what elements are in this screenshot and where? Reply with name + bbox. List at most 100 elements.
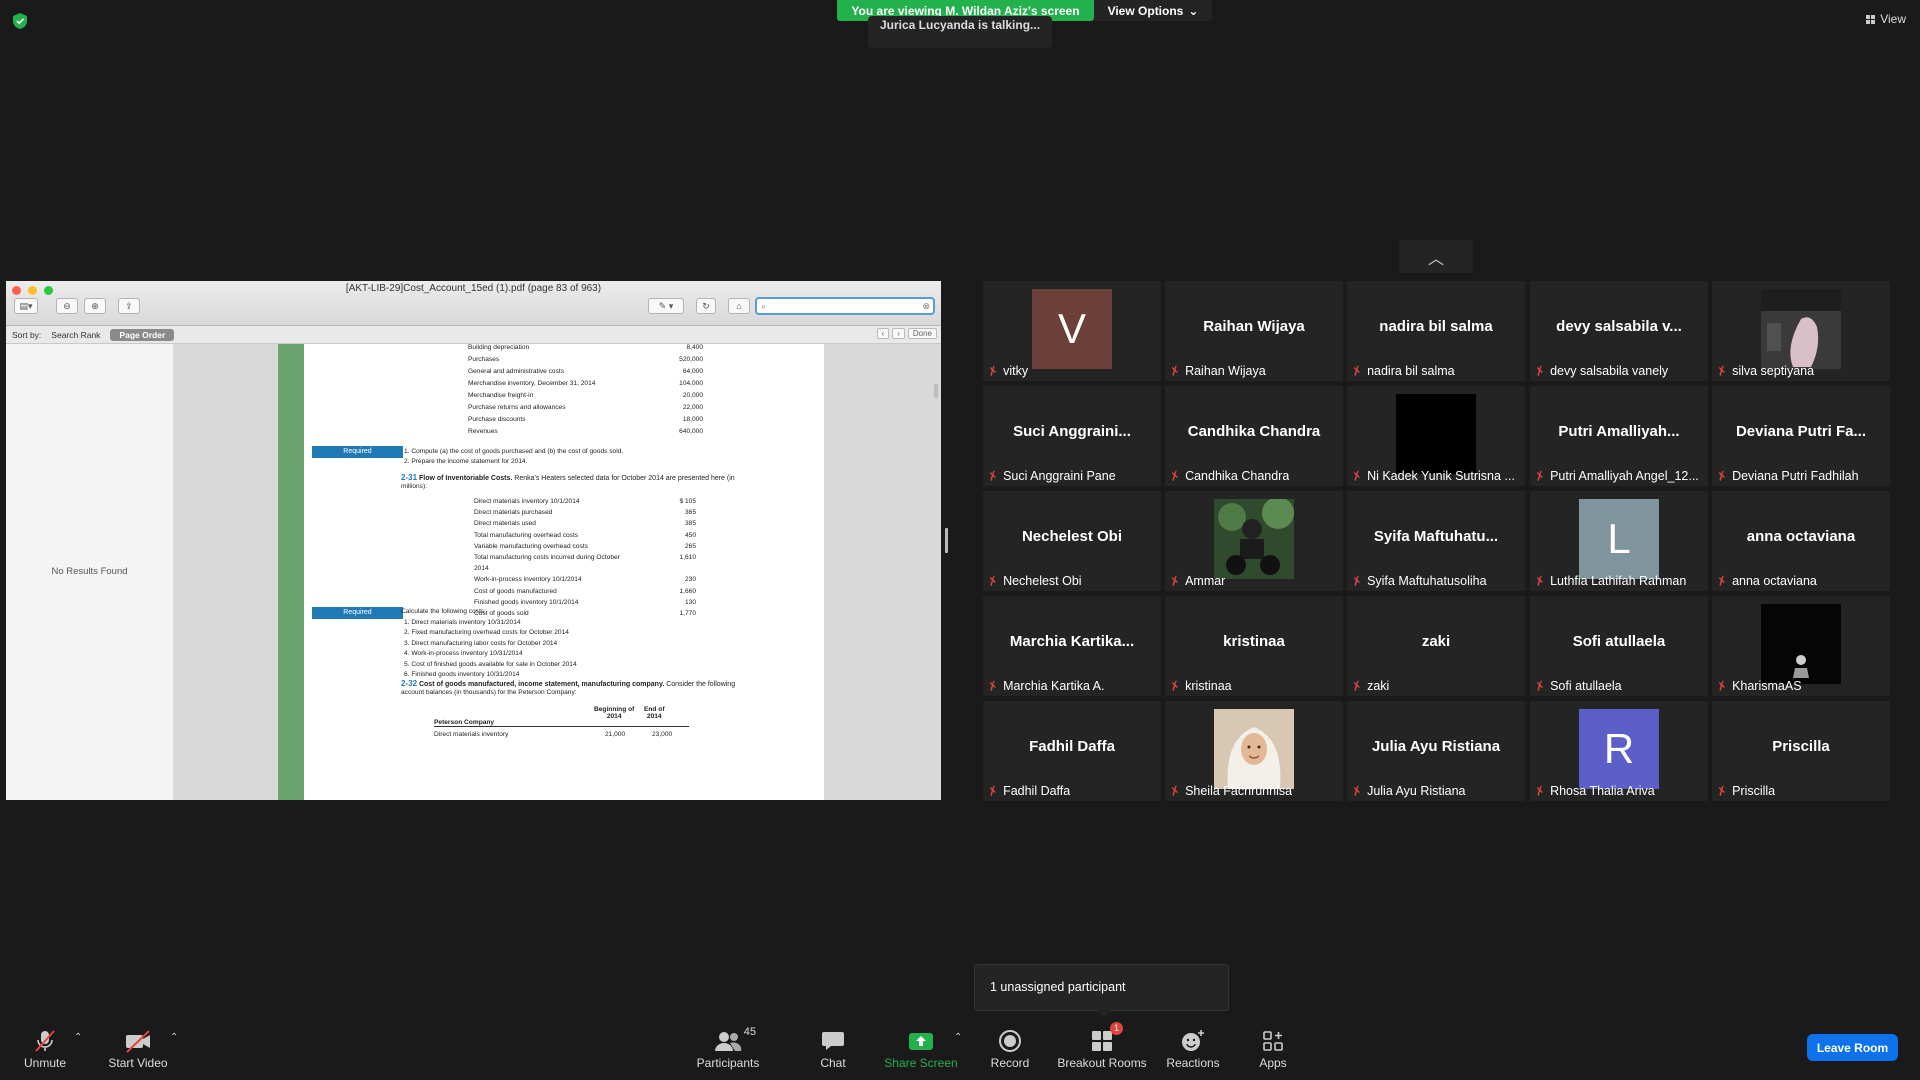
- participant-tile[interactable]: R ✗ Rhosa Thalia Ariva: [1530, 701, 1708, 801]
- zoom-in-icon[interactable]: ⊕: [84, 298, 106, 314]
- zoom-out-icon[interactable]: ⊖: [56, 298, 78, 314]
- participant-name: anna octaviana: [1732, 574, 1817, 588]
- participant-tile[interactable]: V ✗ vitky: [983, 281, 1161, 381]
- microphone-muted-icon: [35, 1030, 55, 1052]
- participant-tile[interactable]: Julia Ayu Ristiana ✗ Julia Ayu Ristiana: [1347, 701, 1525, 801]
- participant-tile[interactable]: Suci Anggraini... ✗ Suci Anggraini Pane: [983, 386, 1161, 486]
- participant-tile[interactable]: Deviana Putri Fa... ✗ Deviana Putri Fadhil…: [1712, 386, 1890, 486]
- participant-tile[interactable]: anna octaviana ✗ anna octaviana: [1712, 491, 1890, 591]
- participant-name: Suci Anggraini Pane: [1003, 469, 1116, 483]
- chat-label: Chat: [820, 1056, 846, 1070]
- participant-tile[interactable]: ✗ silva septiyana: [1712, 281, 1890, 381]
- toolbox-icon[interactable]: ⌂: [728, 298, 750, 314]
- record-button[interactable]: Record: [987, 1026, 1033, 1070]
- participant-name-bar: ✗ Sheila Fachrunnisa: [1170, 784, 1292, 798]
- exercise-number: 2-32: [401, 679, 418, 688]
- rotate-icon[interactable]: ↻: [696, 298, 716, 314]
- statement-line-label: Variable manufacturing overhead costs: [474, 542, 588, 550]
- statement-line-value: 230: [684, 576, 696, 584]
- participant-tile[interactable]: L ✗ Luthfia Lathifah Rahman: [1530, 491, 1708, 591]
- participant-tile[interactable]: devy salsabila v... ✗ devy salsabila vanel…: [1530, 281, 1708, 381]
- mic-muted-icon: ✗: [1535, 574, 1548, 588]
- video-options-chevron-icon[interactable]: ⌃: [170, 1032, 178, 1043]
- sidebar-toggle-icon[interactable]: ▤▾: [14, 298, 38, 314]
- participant-display-name: kristinaa: [1223, 633, 1285, 650]
- exercise-number: 2-31: [401, 473, 418, 482]
- sort-page-order-button[interactable]: Page Order: [110, 328, 175, 341]
- pdf-viewport[interactable]: Building depreciation 8,400 Purchases 520,0…: [174, 344, 941, 800]
- participant-name-bar: ✗ Suci Anggraini Pane: [988, 469, 1116, 483]
- apps-button[interactable]: Apps: [1250, 1026, 1296, 1070]
- avatar: R: [1579, 709, 1659, 789]
- participant-tile[interactable]: Sofi atullaela ✗ Sofi atullaela: [1530, 596, 1708, 696]
- participant-tile[interactable]: Syifa Maftuhatu... ✗ Syifa Maftuhatusoliha: [1347, 491, 1525, 591]
- no-results-text: No Results Found: [51, 566, 128, 577]
- view-layout-button[interactable]: View: [1866, 12, 1906, 26]
- share-screen-button[interactable]: Share Screen: [884, 1026, 958, 1070]
- statement-line-value: 365: [684, 509, 696, 517]
- participant-tile[interactable]: kristinaa ✗ kristinaa: [1165, 596, 1343, 696]
- participant-tile[interactable]: ✗ Sheila Fachrunnisa: [1165, 701, 1343, 801]
- participant-name-bar: ✗ kristinaa: [1170, 679, 1232, 693]
- magnifier-icon: ⌕: [761, 300, 767, 311]
- participant-tile[interactable]: Candhika Chandra ✗ Candhika Chandra: [1165, 386, 1343, 486]
- statement-line-value: 385: [684, 520, 696, 528]
- reactions-button[interactable]: Reactions: [1165, 1026, 1221, 1070]
- participant-name-bar: ✗ zaki: [1352, 679, 1389, 693]
- breakout-rooms-button[interactable]: 1 Breakout Rooms: [1057, 1022, 1147, 1070]
- participant-name-bar: ✗ Syifa Maftuhatusoliha: [1352, 574, 1487, 588]
- prev-result-icon[interactable]: ‹: [876, 328, 890, 339]
- share-icon[interactable]: ⇪: [118, 298, 140, 314]
- participant-tile[interactable]: Nechelest Obi ✗ Nechelest Obi: [983, 491, 1161, 591]
- participant-name-bar: ✗ Raihan Wijaya: [1170, 364, 1266, 378]
- participant-tile[interactable]: ✗ Ammar: [1165, 491, 1343, 591]
- clear-search-icon[interactable]: ⊗: [922, 301, 933, 312]
- pdf-scrollbar[interactable]: [934, 384, 938, 398]
- participant-tile[interactable]: nadira bil salma ✗ nadira bil salma: [1347, 281, 1525, 381]
- start-video-button[interactable]: Start Video: [108, 1026, 168, 1070]
- shared-screen[interactable]: [AKT-LIB-29]Cost_Account_15ed (1).pdf (p…: [6, 281, 941, 800]
- participant-name: Marchia Kartika A.: [1003, 679, 1105, 693]
- participant-display-name: Sofi atullaela: [1572, 633, 1666, 650]
- security-shield-icon[interactable]: [13, 13, 27, 29]
- search-done-button[interactable]: Done: [907, 328, 937, 339]
- sort-by-label: Sort by:: [12, 329, 42, 340]
- participant-tile[interactable]: Marchia Kartika... ✗ Marchia Kartika A.: [983, 596, 1161, 696]
- audio-options-chevron-icon[interactable]: ⌃: [74, 1032, 82, 1043]
- split-view-handle[interactable]: [945, 528, 948, 553]
- participant-tile[interactable]: ✗ Ni Kadek Yunik Sutrisna ...: [1347, 386, 1525, 486]
- participant-display-name: Putri Amalliyah...: [1558, 423, 1680, 440]
- next-result-icon[interactable]: ›: [892, 328, 905, 339]
- unmute-button[interactable]: Unmute: [22, 1026, 68, 1070]
- sort-search-rank-button[interactable]: Search Rank: [51, 330, 100, 340]
- statement-line-label: Purchases: [468, 356, 500, 363]
- participant-tile[interactable]: ✗ KharismaAS: [1712, 596, 1890, 696]
- view-options-button[interactable]: View Options ⌄: [1094, 0, 1212, 21]
- participant-name-bar: ✗ Luthfia Lathifah Rahman: [1535, 574, 1686, 588]
- markup-pen-icon[interactable]: ✎ ▾: [648, 298, 684, 314]
- participant-display-name: Candhika Chandra: [1187, 423, 1321, 440]
- mic-muted-icon: ✗: [1352, 679, 1365, 693]
- share-options-chevron-icon[interactable]: ⌃: [954, 1032, 962, 1043]
- table-row-label: Direct materials inventory: [434, 731, 509, 738]
- participant-tile[interactable]: Priscilla ✗ Priscilla: [1712, 701, 1890, 801]
- participant-tile[interactable]: Fadhil Daffa ✗ Fadhil Daffa: [983, 701, 1161, 801]
- participant-name: Ammar: [1185, 574, 1226, 588]
- participant-name-bar: ✗ Ammar: [1170, 574, 1225, 588]
- participant-name: Priscilla: [1732, 784, 1776, 798]
- participant-display-name: anna octaviana: [1746, 528, 1856, 545]
- apps-icon: [1263, 1031, 1283, 1051]
- statement-line-value: 1,610: [679, 554, 696, 561]
- participant-tile[interactable]: Putri Amalliyah... ✗ Putri Amalliyah Angel…: [1530, 386, 1708, 486]
- record-label: Record: [990, 1056, 1030, 1070]
- participant-name-bar: ✗ Nechelest Obi: [988, 574, 1082, 588]
- participants-button[interactable]: 45 Participants: [695, 1026, 761, 1070]
- pdf-search-input[interactable]: ⌕ ⊗: [755, 297, 935, 315]
- gallery-page-up-button[interactable]: ︿: [1399, 240, 1473, 273]
- leave-room-button[interactable]: Leave Room: [1807, 1034, 1898, 1061]
- chat-button[interactable]: Chat: [810, 1026, 856, 1070]
- participant-tile[interactable]: Raihan Wijaya ✗ Raihan Wijaya: [1165, 281, 1343, 381]
- statement-line-value: 20,000: [682, 392, 703, 399]
- participant-tile[interactable]: zaki ✗ zaki: [1347, 596, 1525, 696]
- view-layout-label: View: [1880, 12, 1906, 26]
